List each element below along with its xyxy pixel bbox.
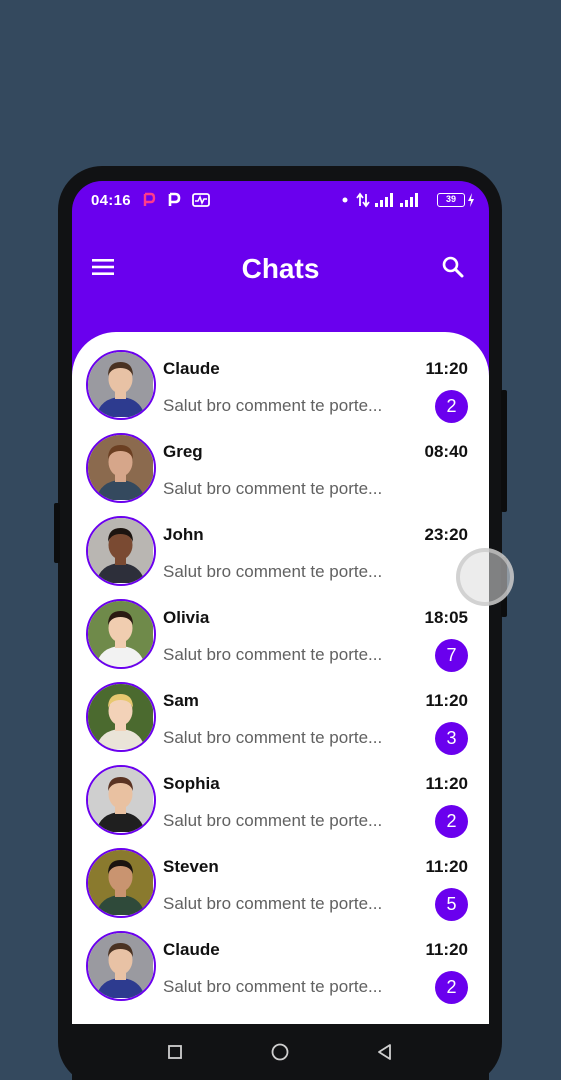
status-time: 04:16	[91, 192, 131, 209]
status-bar: 04:16 39	[72, 181, 489, 219]
circle-icon[interactable]	[266, 1038, 294, 1066]
avatar[interactable]	[86, 433, 156, 503]
chat-name: Claude	[163, 940, 220, 959]
signal-icon-2	[400, 193, 418, 207]
chat-time: 11:20	[425, 691, 468, 710]
chat-time: 08:40	[424, 442, 468, 461]
activity-icon	[192, 193, 210, 207]
chat-row[interactable]: Claude Salut bro comment te porte... 11:…	[72, 931, 489, 1014]
chat-name: Claude	[163, 359, 220, 378]
search-icon[interactable]	[441, 255, 465, 279]
chat-row[interactable]: Sam Salut bro comment te porte... 11:20 …	[72, 682, 489, 765]
avatar[interactable]	[86, 516, 156, 586]
chat-name: Olivia	[163, 608, 210, 627]
chat-preview: Salut bro comment te porte...	[163, 396, 383, 415]
square-icon[interactable]	[161, 1038, 189, 1066]
unread-badge: 7	[435, 639, 468, 672]
chat-time: 11:20	[425, 940, 468, 959]
status-system-icons	[342, 192, 421, 208]
system-nav-bar	[72, 1024, 489, 1080]
chat-preview: Salut bro comment te porte...	[163, 562, 383, 581]
phone-side-button-right-top	[501, 390, 507, 512]
phone-side-button-left	[54, 503, 60, 563]
chat-time: 11:20	[425, 774, 468, 793]
chat-time: 11:20	[425, 857, 468, 876]
chat-time: 18:05	[424, 608, 468, 627]
chat-name: Steven	[163, 857, 219, 876]
unread-badge: 2	[435, 971, 468, 1004]
chat-name: Sophia	[163, 774, 220, 793]
unread-badge: 3	[435, 722, 468, 755]
avatar[interactable]	[86, 931, 156, 1001]
chat-preview: Salut bro comment te porte...	[163, 728, 383, 747]
unread-badge: 2	[435, 390, 468, 423]
battery-level: 39	[437, 193, 465, 207]
chat-name: John	[163, 525, 204, 544]
chat-time: 11:20	[425, 359, 468, 378]
chat-list: Claude Salut bro comment te porte... 11:…	[72, 332, 489, 1024]
avatar[interactable]	[86, 682, 156, 752]
chat-preview: Salut bro comment te porte...	[163, 479, 383, 498]
floating-assist-button[interactable]	[456, 548, 514, 606]
chat-name: Sam	[163, 691, 199, 710]
chat-time: 23:20	[424, 525, 468, 544]
avatar[interactable]	[86, 599, 156, 669]
chat-name: Greg	[163, 442, 203, 461]
chat-row[interactable]: Claude Salut bro comment te porte... 11:…	[72, 350, 489, 433]
status-app-icons	[142, 192, 210, 208]
avatar[interactable]	[86, 848, 156, 918]
app-screen: 04:16 39 Chats Claude Salut bro comment …	[72, 181, 489, 1080]
unread-badge: 5	[435, 888, 468, 921]
data-transfer-icon	[356, 192, 370, 208]
dot-icon	[342, 197, 348, 203]
chat-preview: Salut bro comment te porte...	[163, 894, 383, 913]
chat-row[interactable]: Olivia Salut bro comment te porte... 18:…	[72, 599, 489, 682]
signal-icon	[375, 193, 393, 207]
chat-row[interactable]: John Salut bro comment te porte... 23:20	[72, 516, 489, 599]
chat-row[interactable]: Greg Salut bro comment te porte... 08:40	[72, 433, 489, 516]
charging-icon	[468, 193, 474, 207]
avatar[interactable]	[86, 350, 156, 420]
chat-row[interactable]: Sophia Salut bro comment te porte... 11:…	[72, 765, 489, 848]
parking-icon	[168, 192, 181, 206]
chat-preview: Salut bro comment te porte...	[163, 811, 383, 830]
chat-preview: Salut bro comment te porte...	[163, 645, 383, 664]
notification-app-icon	[143, 192, 156, 206]
avatar[interactable]	[86, 765, 156, 835]
triangle-back-icon[interactable]	[371, 1038, 399, 1066]
page-title: Chats	[241, 253, 320, 284]
chat-row[interactable]: Steven Salut bro comment te porte... 11:…	[72, 848, 489, 931]
unread-badge: 2	[435, 805, 468, 838]
chat-preview: Salut bro comment te porte...	[163, 977, 383, 996]
